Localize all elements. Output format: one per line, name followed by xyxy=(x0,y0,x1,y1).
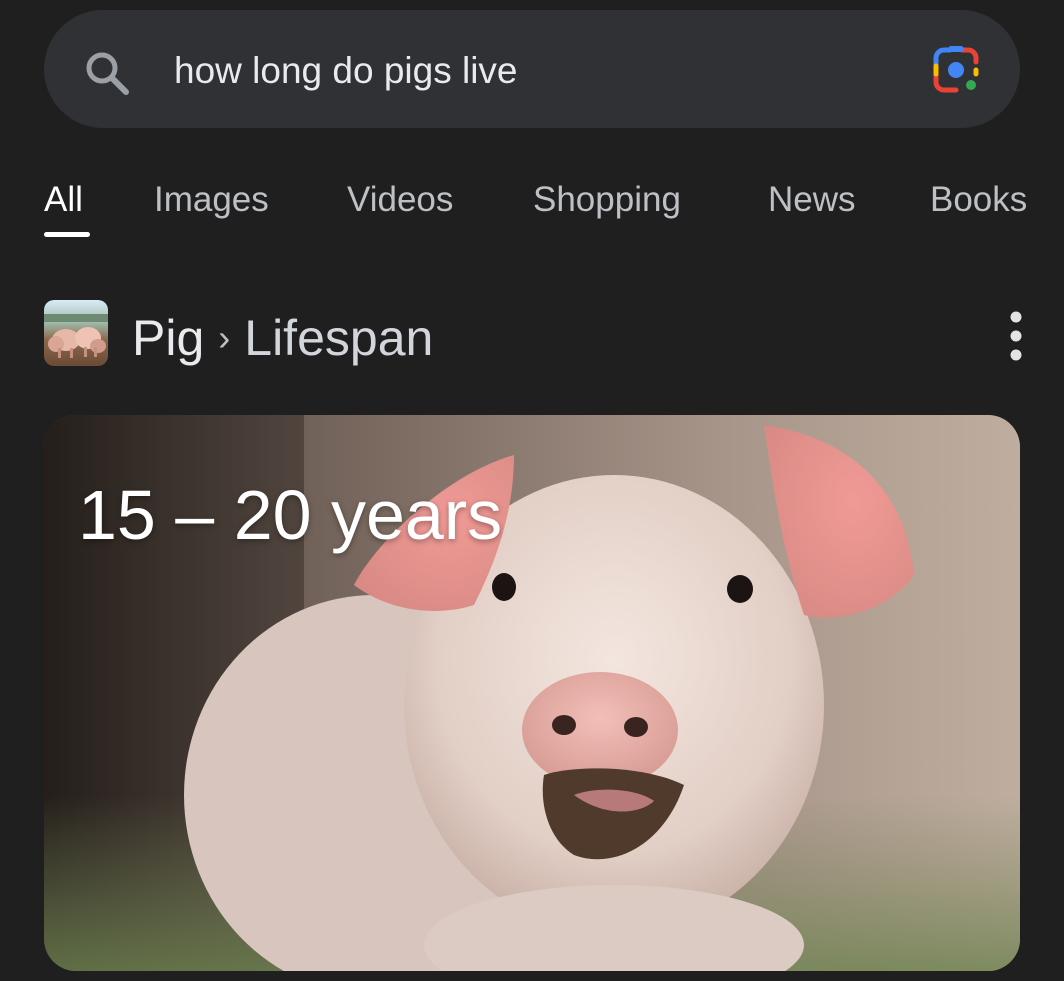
breadcrumb-separator: › xyxy=(218,317,231,358)
more-vert-icon[interactable] xyxy=(1003,310,1029,362)
answer-card[interactable]: 15 – 20 years xyxy=(44,415,1020,971)
lifespan-answer: 15 – 20 years xyxy=(78,476,503,554)
tab-images[interactable]: Images xyxy=(154,180,269,220)
active-tab-indicator xyxy=(44,232,90,237)
search-tabs: All Images Videos Shopping News Books xyxy=(0,170,1064,250)
tab-shopping[interactable]: Shopping xyxy=(533,180,681,220)
google-lens-icon[interactable] xyxy=(930,44,982,96)
tab-books[interactable]: Books xyxy=(930,180,1027,220)
tab-all[interactable]: All xyxy=(44,180,83,220)
breadcrumb-topic[interactable]: Pig xyxy=(132,310,204,366)
tab-news[interactable]: News xyxy=(768,180,856,220)
search-query[interactable]: how long do pigs live xyxy=(174,46,518,96)
search-icon[interactable] xyxy=(84,50,130,96)
breadcrumb[interactable]: Pig › Lifespan xyxy=(132,310,433,371)
breadcrumb-attribute[interactable]: Lifespan xyxy=(244,310,433,366)
pig-thumbnail[interactable] xyxy=(44,300,108,366)
tab-videos[interactable]: Videos xyxy=(347,180,453,220)
